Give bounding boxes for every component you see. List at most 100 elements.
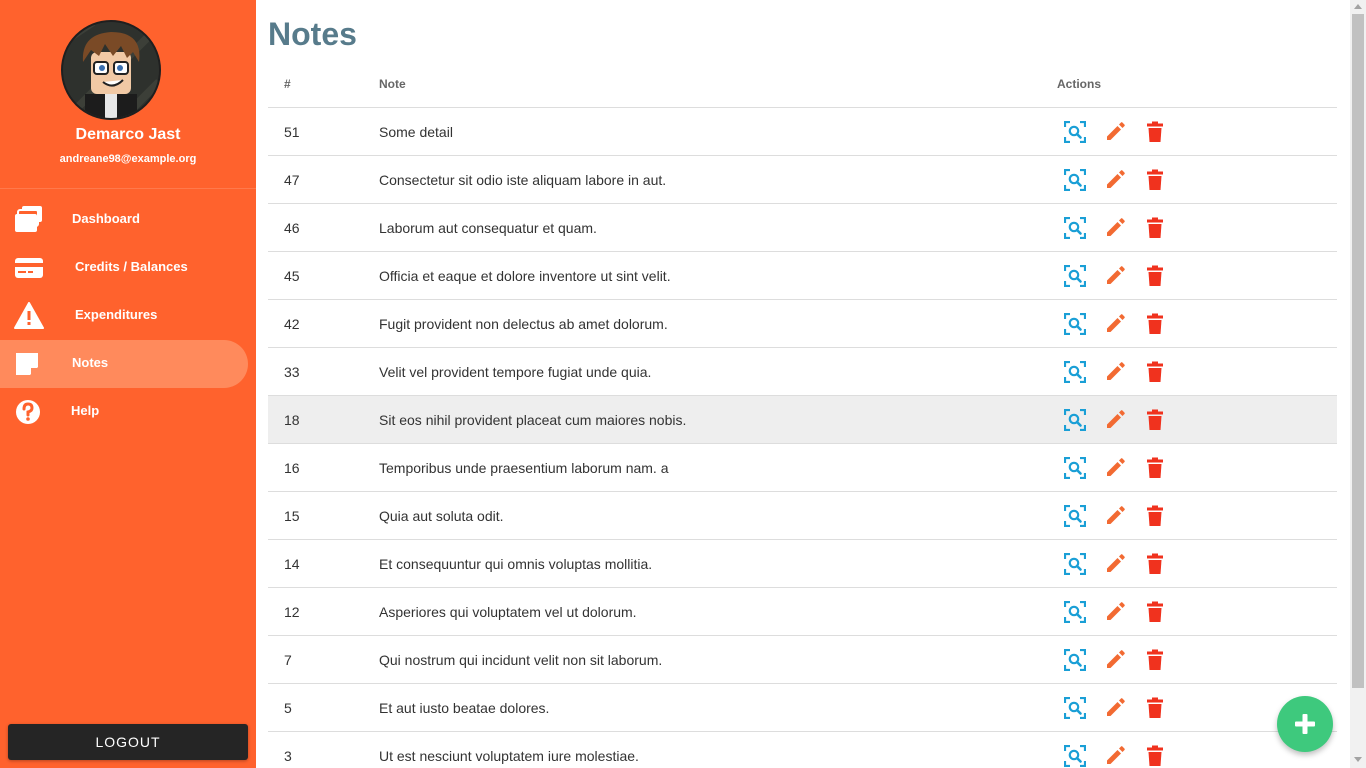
- row-actions: [1057, 443, 1337, 492]
- view-icon[interactable]: [1063, 360, 1087, 384]
- delete-icon[interactable]: [1143, 648, 1167, 672]
- edit-icon[interactable]: [1103, 456, 1127, 480]
- table-row[interactable]: 42 Fugit provident non delectus ab amet d…: [268, 299, 1337, 348]
- action-buttons: [1057, 168, 1337, 192]
- edit-icon[interactable]: [1103, 216, 1127, 240]
- view-icon[interactable]: [1063, 648, 1087, 672]
- view-icon[interactable]: [1063, 552, 1087, 576]
- note-text: Quia aut soluta odit.: [379, 491, 1057, 540]
- view-icon[interactable]: [1063, 696, 1087, 720]
- row-actions: [1057, 635, 1337, 684]
- delete-icon[interactable]: [1143, 744, 1167, 768]
- view-icon[interactable]: [1063, 504, 1087, 528]
- note-text: Laborum aut consequatur et quam.: [379, 203, 1057, 252]
- table-row[interactable]: 51 Some detail: [268, 107, 1337, 156]
- action-buttons: [1057, 120, 1337, 144]
- edit-icon[interactable]: [1103, 312, 1127, 336]
- action-buttons: [1057, 552, 1337, 576]
- delete-icon[interactable]: [1143, 696, 1167, 720]
- edit-icon[interactable]: [1103, 552, 1127, 576]
- note-text: Et consequuntur qui omnis voluptas molli…: [379, 539, 1057, 588]
- delete-icon[interactable]: [1143, 168, 1167, 192]
- sidebar-item-notes[interactable]: Notes: [0, 340, 248, 388]
- delete-icon[interactable]: [1143, 504, 1167, 528]
- action-buttons: [1057, 360, 1337, 384]
- scroll-thumb[interactable]: [1352, 14, 1364, 688]
- table-row[interactable]: 14 Et consequuntur qui omnis voluptas mol…: [268, 539, 1337, 588]
- table-row[interactable]: 15 Quia aut soluta odit.: [268, 491, 1337, 540]
- scroll-up-icon[interactable]: [1354, 4, 1362, 9]
- view-icon[interactable]: [1063, 264, 1087, 288]
- note-text: Velit vel provident tempore fugiat unde …: [379, 347, 1057, 396]
- logout-button[interactable]: LOGOUT: [8, 724, 248, 760]
- action-buttons: [1057, 408, 1337, 432]
- view-icon[interactable]: [1063, 120, 1087, 144]
- table-row[interactable]: 45 Officia et eaque et dolore inventore u…: [268, 251, 1337, 300]
- delete-icon[interactable]: [1143, 264, 1167, 288]
- delete-icon[interactable]: [1143, 120, 1167, 144]
- sidebar-item-credits[interactable]: Credits / Balances: [0, 244, 248, 292]
- action-buttons: [1057, 600, 1337, 624]
- edit-icon[interactable]: [1103, 648, 1127, 672]
- table-row[interactable]: 16 Temporibus unde praesentium laborum na…: [268, 443, 1337, 492]
- note-number: 14: [268, 539, 379, 588]
- header-note: Note: [379, 60, 1057, 108]
- note-number: 5: [268, 683, 379, 732]
- sidebar-item-dashboard[interactable]: Dashboard: [0, 196, 248, 244]
- delete-icon[interactable]: [1143, 552, 1167, 576]
- scrollbar[interactable]: [1350, 0, 1366, 768]
- row-actions: [1057, 203, 1337, 252]
- sidebar-item-label: Help: [71, 403, 100, 418]
- add-note-button[interactable]: [1277, 696, 1333, 752]
- delete-icon[interactable]: [1143, 600, 1167, 624]
- delete-icon[interactable]: [1143, 312, 1167, 336]
- edit-icon[interactable]: [1103, 504, 1127, 528]
- row-actions: [1057, 347, 1337, 396]
- edit-icon[interactable]: [1103, 360, 1127, 384]
- view-icon[interactable]: [1063, 600, 1087, 624]
- edit-icon[interactable]: [1103, 120, 1127, 144]
- view-icon[interactable]: [1063, 744, 1087, 768]
- action-buttons: [1057, 648, 1337, 672]
- table-row[interactable]: 33 Velit vel provident tempore fugiat und…: [268, 347, 1337, 396]
- edit-icon[interactable]: [1103, 168, 1127, 192]
- view-icon[interactable]: [1063, 216, 1087, 240]
- sidebar-divider: [0, 188, 256, 189]
- note-icon: [14, 350, 44, 378]
- view-icon[interactable]: [1063, 312, 1087, 336]
- table-row[interactable]: 5 Et aut iusto beatae dolores.: [268, 683, 1337, 732]
- sidebar-item-label: Dashboard: [72, 211, 140, 226]
- view-icon[interactable]: [1063, 168, 1087, 192]
- row-actions: [1057, 155, 1337, 204]
- table-row[interactable]: 12 Asperiores qui voluptatem vel ut dolor…: [268, 587, 1337, 636]
- view-icon[interactable]: [1063, 408, 1087, 432]
- table-row[interactable]: 18 Sit eos nihil provident placeat cum ma…: [268, 395, 1337, 444]
- edit-icon[interactable]: [1103, 408, 1127, 432]
- delete-icon[interactable]: [1143, 408, 1167, 432]
- row-actions: [1057, 491, 1337, 540]
- table-row[interactable]: 46 Laborum aut consequatur et quam.: [268, 203, 1337, 252]
- table-row[interactable]: 47 Consectetur sit odio iste aliquam labo…: [268, 155, 1337, 204]
- row-actions: [1057, 251, 1337, 300]
- help-icon: [14, 398, 44, 426]
- main-content: Notes # Note Actions 51 Some detail 47 Cons…: [256, 0, 1350, 768]
- edit-icon[interactable]: [1103, 744, 1127, 768]
- action-buttons: [1057, 504, 1337, 528]
- dashboard-icon: [14, 206, 44, 234]
- delete-icon[interactable]: [1143, 456, 1167, 480]
- sidebar-item-help[interactable]: Help: [0, 388, 248, 436]
- delete-icon[interactable]: [1143, 216, 1167, 240]
- edit-icon[interactable]: [1103, 264, 1127, 288]
- note-text: Officia et eaque et dolore inventore ut …: [379, 251, 1057, 300]
- action-buttons: [1057, 456, 1337, 480]
- scroll-down-icon[interactable]: [1354, 757, 1362, 762]
- edit-icon[interactable]: [1103, 696, 1127, 720]
- row-actions: [1057, 299, 1337, 348]
- delete-icon[interactable]: [1143, 360, 1167, 384]
- table-row[interactable]: 7 Qui nostrum qui incidunt velit non sit …: [268, 635, 1337, 684]
- edit-icon[interactable]: [1103, 600, 1127, 624]
- table-row[interactable]: 3 Ut est nesciunt voluptatem iure molesti…: [268, 731, 1337, 768]
- view-icon[interactable]: [1063, 456, 1087, 480]
- user-name: Demarco Jast: [75, 126, 181, 143]
- sidebar-item-expenditures[interactable]: Expenditures: [0, 292, 248, 340]
